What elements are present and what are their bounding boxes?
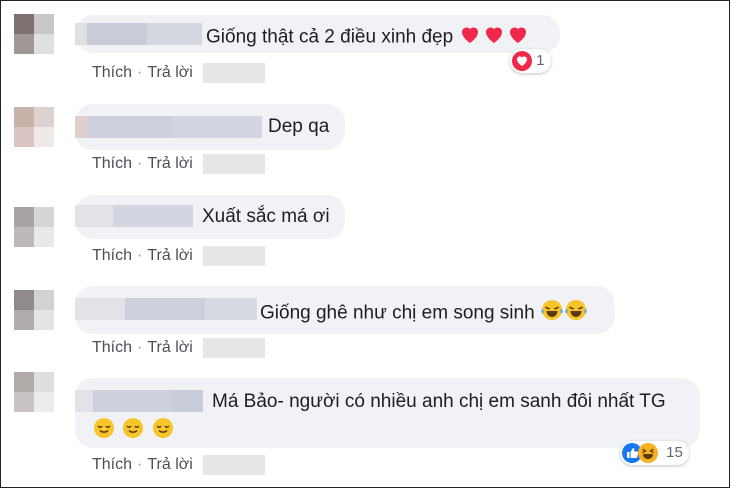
comment-actions: Thích · Trả lời — [92, 338, 265, 358]
author-name[interactable] — [75, 390, 203, 412]
timestamp[interactable] — [202, 63, 265, 83]
timestamp[interactable] — [202, 338, 265, 358]
relieved-face-icon — [121, 416, 145, 447]
comment-text: Xuất sắc má ơi — [202, 206, 330, 227]
reply-link[interactable]: Trả lời — [147, 339, 192, 356]
like-link[interactable]: Thích — [92, 155, 132, 172]
like-link[interactable]: Thích — [92, 247, 132, 264]
author-name[interactable] — [75, 23, 202, 45]
reaction-count-pill[interactable]: 1 — [510, 49, 551, 73]
comment-text-content: Giống ghê như chị em song sinh — [260, 302, 535, 324]
author-name[interactable] — [75, 116, 262, 138]
comment-bubble: Giống thật cả 2 điều xinh đẹp — [75, 15, 560, 53]
reaction-count: 1 — [536, 52, 545, 69]
author-name[interactable] — [75, 205, 193, 227]
avatar[interactable] — [14, 14, 54, 54]
timestamp[interactable] — [202, 455, 265, 475]
comment-text-content: Giống thật cả 2 điều xinh đẹp — [206, 26, 454, 48]
timestamp[interactable] — [202, 154, 265, 174]
reaction-count-pill[interactable]: 15 — [620, 441, 689, 465]
comment-actions: Thích · Trả lời — [92, 154, 265, 174]
comment-actions: Thích · Trả lời — [92, 63, 265, 83]
haha-reaction-icon — [638, 443, 658, 464]
heart-icon — [482, 22, 506, 53]
reply-link[interactable]: Trả lời — [147, 247, 192, 264]
avatar[interactable] — [14, 290, 54, 330]
comment-bubble: Dep qa — [75, 104, 345, 150]
comment-actions: Thích · Trả lời — [92, 246, 265, 266]
comment-emoji-line — [92, 416, 175, 447]
relieved-face-icon — [92, 416, 116, 447]
tears-of-joy-icon — [564, 298, 588, 329]
avatar[interactable] — [14, 372, 54, 412]
comment-bubble: Giống ghê như chị em song sinh — [75, 286, 615, 334]
relieved-face-icon — [151, 416, 175, 447]
reply-link[interactable]: Trả lời — [147, 456, 192, 473]
comment-bubble: Xuất sắc má ơi — [75, 195, 345, 239]
avatar[interactable] — [14, 107, 54, 147]
comment-bubble: Má Bảo- người có nhiều anh chị em sanh đ… — [75, 378, 700, 448]
like-link[interactable]: Thích — [92, 456, 132, 473]
comment-text: Giống ghê như chị em song sinh — [260, 298, 588, 329]
reply-link[interactable]: Trả lời — [147, 64, 192, 81]
like-link[interactable]: Thích — [92, 64, 132, 81]
reaction-count: 15 — [666, 444, 683, 461]
avatar[interactable] — [14, 207, 54, 247]
comment-text: Giống thật cả 2 điều xinh đẹp — [206, 22, 530, 53]
heart-reaction-icon — [512, 51, 532, 72]
comment-text: Má Bảo- người có nhiều anh chị em sanh đ… — [212, 391, 666, 412]
heart-icon — [458, 22, 482, 53]
timestamp[interactable] — [202, 246, 265, 266]
author-name[interactable] — [75, 298, 257, 320]
reply-link[interactable]: Trả lời — [147, 155, 192, 172]
comment-actions: Thích · Trả lời — [92, 455, 265, 475]
tears-of-joy-icon — [540, 298, 564, 329]
like-link[interactable]: Thích — [92, 339, 132, 356]
comment-text: Dep qa — [268, 116, 330, 137]
